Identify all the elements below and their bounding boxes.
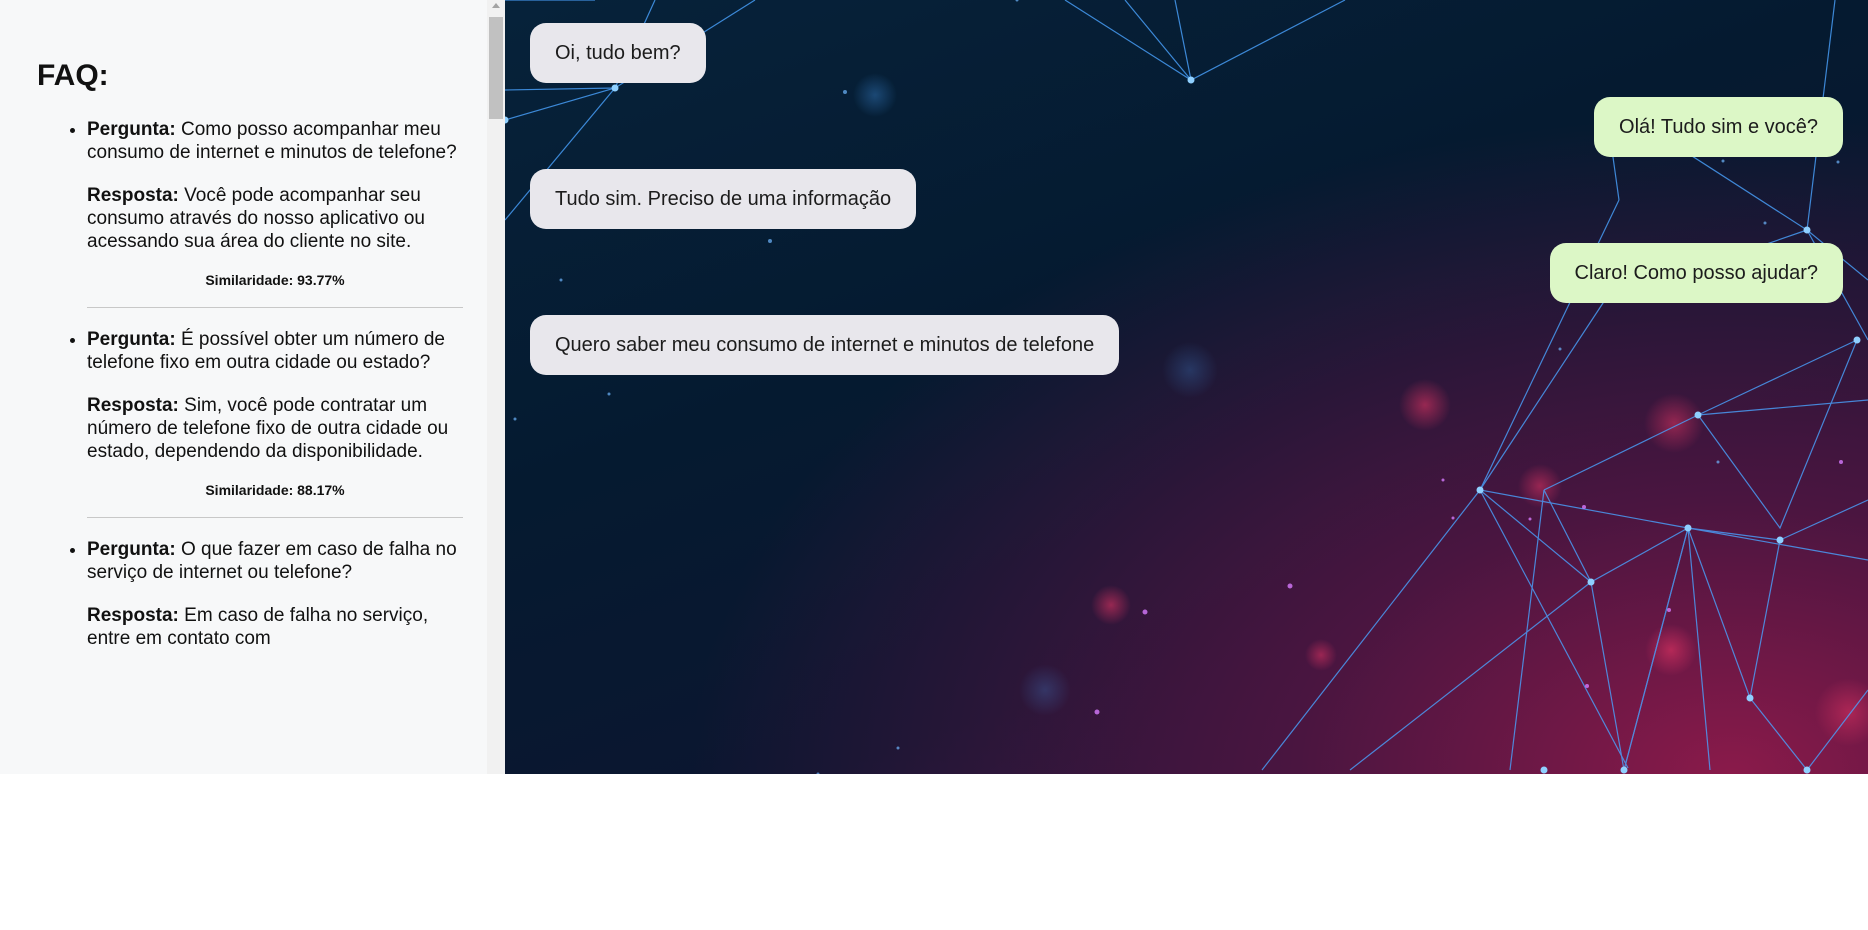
chat-area: Oi, tudo bem? Olá! Tudo sim e você? Tudo… [505,0,1868,774]
similarity-score: Similaridade: 88.17% [205,482,345,498]
faq-answer: Resposta: Em caso de falha no serviço, e… [87,604,463,650]
scroll-up-arrow-icon[interactable] [492,3,500,8]
question-label: Pergunta: [87,329,176,350]
faq-scrollbar[interactable] [487,0,505,774]
faq-scroll-area[interactable]: FAQ: Pergunta: Como posso acompanhar meu… [0,0,487,774]
answer-label: Resposta: [87,605,179,626]
user-message-bubble: Oi, tudo bem? [530,23,706,83]
faq-title: FAQ: [37,59,109,92]
faq-item: Pergunta: Como posso acompanhar meu cons… [87,118,463,308]
bot-message-bubble: Claro! Como posso ajudar? [1549,243,1843,303]
scrollbar-thumb[interactable] [489,17,503,119]
faq-sidebar: FAQ: Pergunta: Como posso acompanhar meu… [0,0,505,774]
faq-question: Pergunta: Como posso acompanhar meu cons… [87,118,463,164]
faq-divider [87,517,463,518]
question-label: Pergunta: [87,539,176,560]
faq-answer: Resposta: Sim, você pode contratar um nú… [87,394,463,463]
user-message-bubble: Tudo sim. Preciso de uma informação [530,169,917,229]
faq-divider [87,307,463,308]
faq-answer: Resposta: Você pode acompanhar seu consu… [87,184,463,253]
answer-label: Resposta: [87,395,179,416]
similarity-score: Similaridade: 93.77% [205,272,345,288]
faq-question: Pergunta: É possível obter um número de … [87,328,463,374]
faq-item: Pergunta: O que fazer em caso de falha n… [87,538,463,650]
app-window: FAQ: Pergunta: Como posso acompanhar meu… [0,0,1868,774]
faq-item: Pergunta: É possível obter um número de … [87,328,463,518]
user-message-bubble: Quero saber meu consumo de internet e mi… [530,315,1120,375]
faq-question: Pergunta: O que fazer em caso de falha n… [87,538,463,584]
question-label: Pergunta: [87,119,176,140]
pink-dots [1094,460,1843,715]
faq-list: Pergunta: Como posso acompanhar meu cons… [37,118,463,650]
bot-message-bubble: Olá! Tudo sim e você? [1594,97,1843,157]
answer-label: Resposta: [87,185,179,206]
